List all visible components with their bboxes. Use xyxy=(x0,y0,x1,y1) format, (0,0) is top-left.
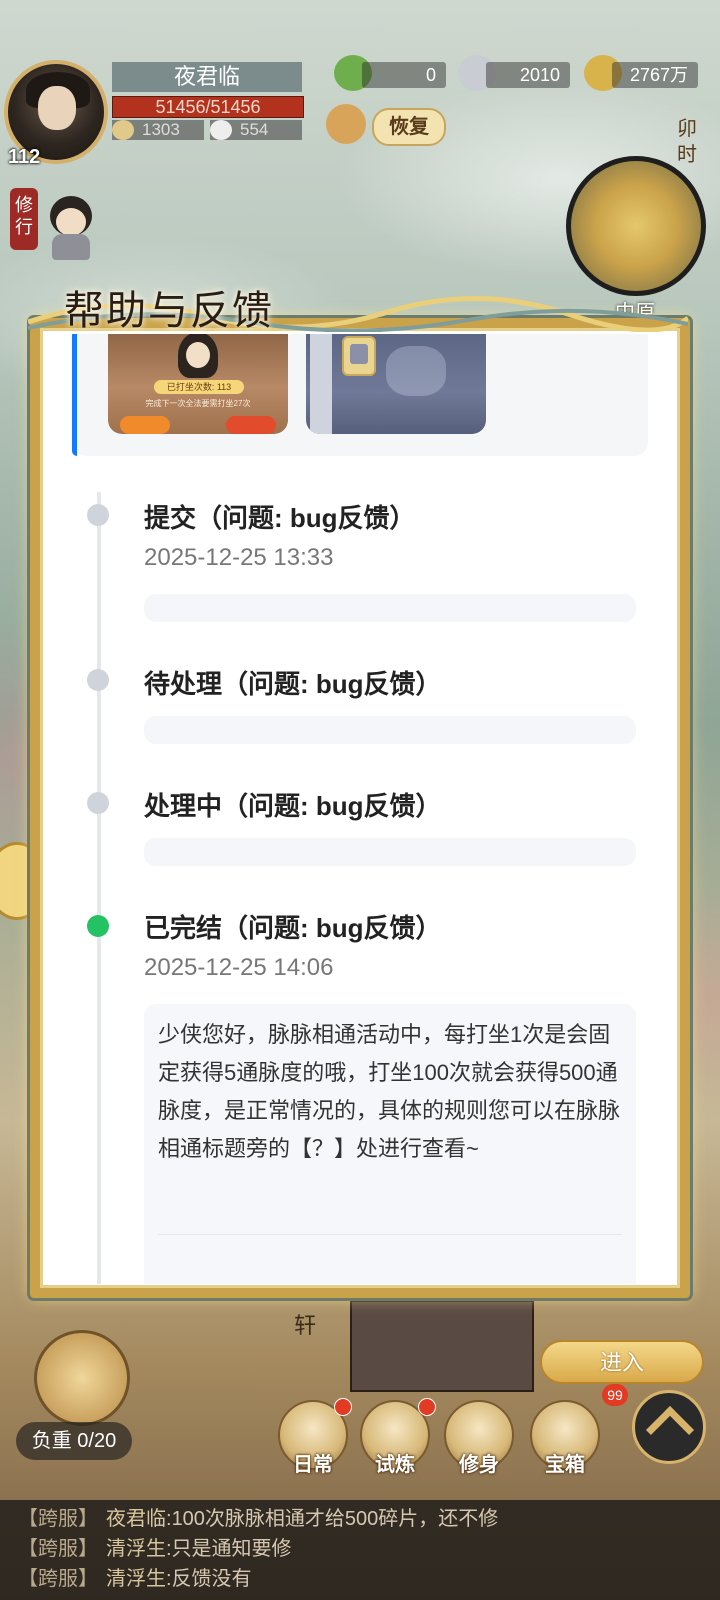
expand-up-button[interactable] xyxy=(632,1390,706,1464)
minimap[interactable] xyxy=(566,156,706,296)
time-of-day: 卯时 xyxy=(677,118,697,166)
timeline-status: 已完结（问题: bug反馈） xyxy=(144,913,442,943)
reply-message: 少侠您好，脉脉相通活动中，每打坐1次是会固定获得5通脉度的哦，打坐100次就会获… xyxy=(144,1004,636,1284)
player-level: 112 xyxy=(8,146,41,168)
trial-alert-dot xyxy=(418,1398,436,1416)
cart-icon[interactable] xyxy=(34,1330,130,1426)
timeline-content xyxy=(144,716,636,744)
recover-button[interactable]: 恢复 xyxy=(372,108,446,146)
gourd-icon[interactable] xyxy=(326,104,366,144)
nav-cultivate[interactable]: 修身 xyxy=(444,1400,514,1476)
location-preview xyxy=(350,1300,534,1392)
location-label: 轩 xyxy=(294,1313,317,1338)
chat-message: 【跨服】 夜君临:100次脉脉相通才给500碎片，还不修 xyxy=(18,1508,499,1530)
jade-count: 0 xyxy=(362,62,446,88)
timeline-time: 2025-12-25 13:33 xyxy=(144,544,334,571)
silver-count: 2010 xyxy=(486,62,570,88)
hp-bar: 51456/51456 xyxy=(112,96,304,118)
daily-alert-dot xyxy=(334,1398,352,1416)
enter-button[interactable]: 进入 xyxy=(540,1340,704,1384)
load-indicator: 负重 0/20 xyxy=(16,1422,132,1460)
timeline-content xyxy=(144,594,636,622)
player-name: 夜君临 xyxy=(112,62,302,92)
timeline-dot xyxy=(87,792,109,814)
chat-message: 【跨服】 清浮生:反馈没有 xyxy=(18,1568,252,1590)
timeline-dot xyxy=(87,504,109,526)
chevron-up-icon xyxy=(645,1405,695,1455)
timeline-content xyxy=(144,838,636,866)
timeline-status: 提交（问题: bug反馈） xyxy=(144,503,416,533)
bowl-icon xyxy=(112,120,134,140)
chat-message: 【跨服】 清浮生:只是通知要修 xyxy=(18,1538,292,1560)
treasure-badge: 99 xyxy=(602,1384,628,1406)
timeline-track xyxy=(97,492,101,1284)
companion-avatar[interactable] xyxy=(44,196,98,260)
attachment-image[interactable]: 已打坐次数: 113 完成下一次全法要需打坐27次 xyxy=(108,334,288,434)
reply-text: 少侠您好，脉脉相通活动中，每打坐1次是会固定获得5通脉度的哦，打坐100次就会获… xyxy=(158,1022,621,1161)
feedback-detail-scroll[interactable]: 已打坐次数: 113 完成下一次全法要需打坐27次 提交（问题: bug反馈） … xyxy=(44,334,676,1284)
chat-panel[interactable]: 【跨服】 夜君临:100次脉脉相通才给500碎片，还不修 【跨服】 清浮生:只是通知… xyxy=(0,1500,720,1600)
nav-treasure[interactable]: 宝箱 xyxy=(530,1400,600,1476)
timeline-dot-completed xyxy=(87,915,109,937)
attachment-card: 已打坐次数: 113 完成下一次全法要需打坐27次 xyxy=(72,334,648,456)
timeline-status: 处理中（问题: bug反馈） xyxy=(144,791,442,821)
timeline-status: 待处理（问题: bug反馈） xyxy=(144,669,442,699)
timeline-dot xyxy=(87,669,109,691)
bun-icon xyxy=(210,120,232,140)
dialog-title: 帮助与反馈 xyxy=(64,288,274,334)
gold-count: 2767万 xyxy=(612,62,698,88)
timeline-time: 2025-12-25 14:06 xyxy=(144,954,334,981)
practice-tag[interactable]: 修行 xyxy=(10,188,38,250)
attachment-image[interactable] xyxy=(306,334,486,434)
